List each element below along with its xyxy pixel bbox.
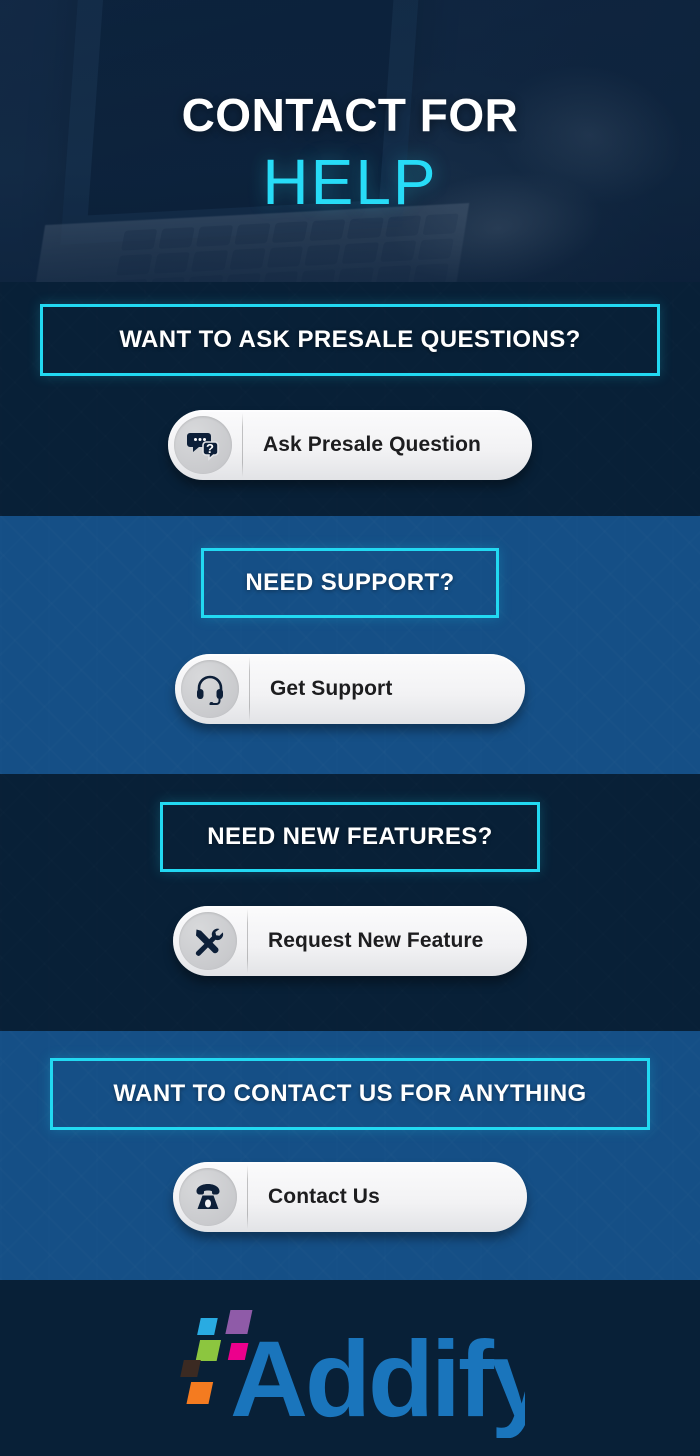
headline-box-contact: WANT TO CONTACT US FOR ANYTHING — [50, 1058, 650, 1130]
addify-logo[interactable]: Addify — [175, 1298, 525, 1438]
get-support-label: Get Support — [270, 677, 393, 700]
headline-box-features: NEED NEW FEATURES? — [160, 802, 540, 872]
ask-presale-question-label: Ask Presale Question — [263, 433, 481, 456]
button-row-presale: ? Ask Presale Question — [0, 410, 700, 480]
tools-icon — [179, 912, 237, 970]
contact-us-label: Contact Us — [268, 1185, 380, 1208]
telephone-icon — [179, 1168, 237, 1226]
hero-header: CONTACT FOR HELP — [0, 0, 700, 282]
infographic-page: CONTACT FOR HELP WANT TO ASK PRESALE QUE… — [0, 0, 700, 1456]
headset-icon — [181, 660, 239, 718]
headline-box-presale: WANT TO ASK PRESALE QUESTIONS? — [40, 304, 660, 376]
headline-text-features: NEED NEW FEATURES? — [207, 823, 493, 850]
hero-title-group: CONTACT FOR HELP — [0, 92, 700, 214]
headline-text-contact: WANT TO CONTACT US FOR ANYTHING — [113, 1080, 587, 1107]
request-new-feature-label: Request New Feature — [268, 929, 484, 952]
section-presale: WANT TO ASK PRESALE QUESTIONS? ? Ask Pre… — [0, 282, 700, 516]
section-contact: WANT TO CONTACT US FOR ANYTHING Contact … — [0, 1031, 700, 1280]
svg-text:Addify: Addify — [230, 1318, 525, 1438]
request-new-feature-button[interactable]: Request New Feature — [173, 906, 527, 976]
footer: Addify — [0, 1280, 700, 1456]
headline-text-presale: WANT TO ASK PRESALE QUESTIONS? — [119, 326, 581, 353]
question-bubble-icon: ? — [174, 416, 232, 474]
get-support-button[interactable]: Get Support — [175, 654, 525, 724]
ask-presale-question-button[interactable]: ? Ask Presale Question — [168, 410, 532, 480]
section-features: NEED NEW FEATURES? Request New Feature — [0, 774, 700, 1031]
section-support: NEED SUPPORT? Get Support — [0, 516, 700, 774]
headline-box-support: NEED SUPPORT? — [201, 548, 499, 618]
hero-title-line1: CONTACT FOR — [181, 89, 519, 141]
button-row-features: Request New Feature — [0, 906, 700, 976]
svg-text:?: ? — [206, 441, 214, 456]
button-row-contact: Contact Us — [0, 1162, 700, 1232]
headline-text-support: NEED SUPPORT? — [245, 569, 455, 596]
contact-us-button[interactable]: Contact Us — [173, 1162, 527, 1232]
button-row-support: Get Support — [0, 654, 700, 724]
hero-title-line2: HELP — [262, 146, 438, 218]
